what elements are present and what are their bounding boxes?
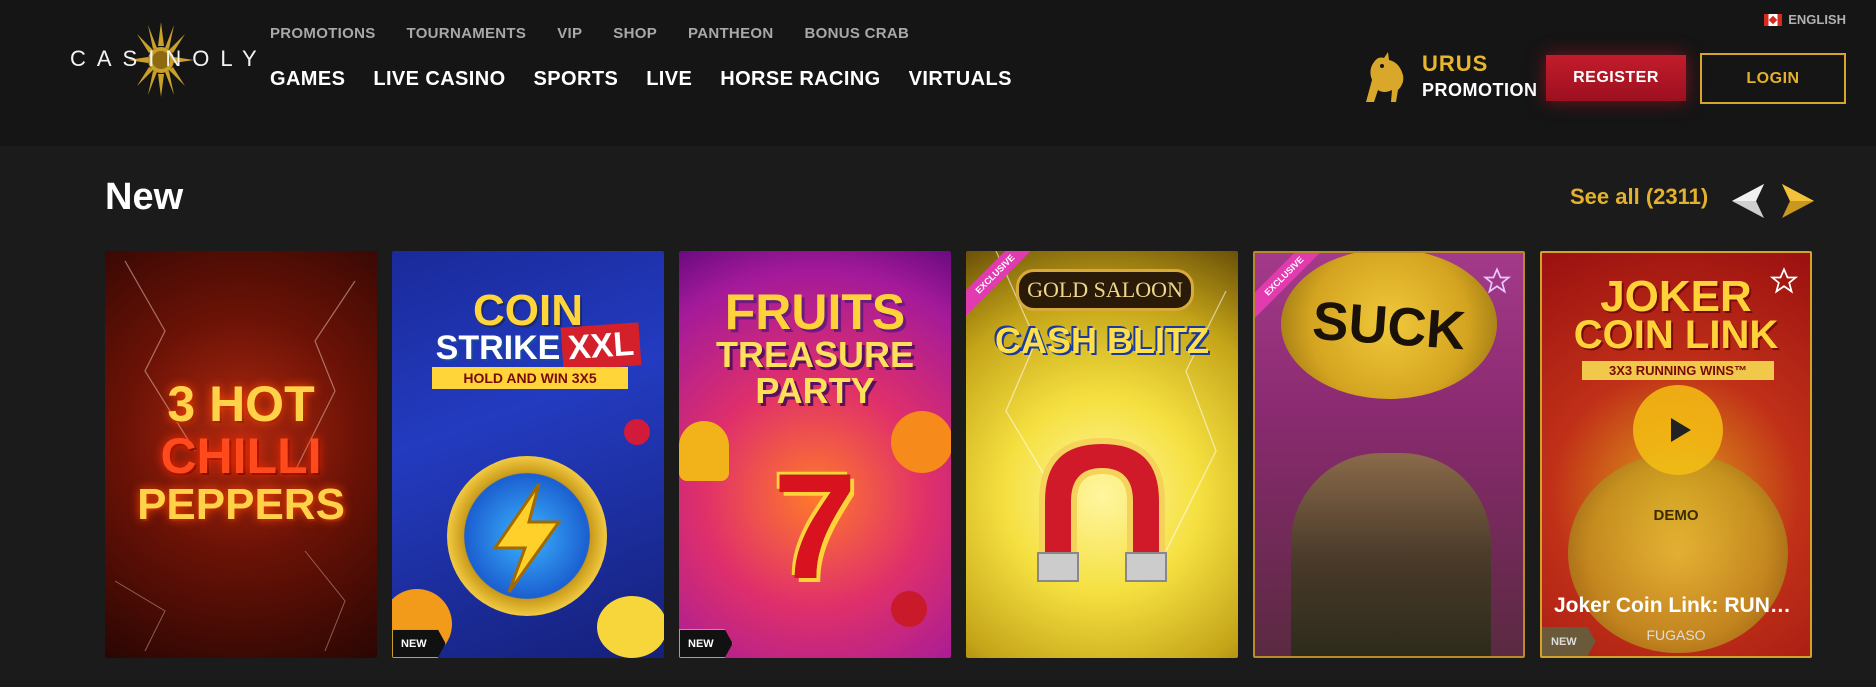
nav-live[interactable]: LIVE	[646, 68, 692, 91]
play-icon	[1671, 418, 1691, 442]
game-card-joker-coin-link[interactable]: JOKER COIN LINK 3X3 RUNNING WINS™ DEMO J…	[1540, 251, 1812, 658]
nav-bonus-crab[interactable]: BONUS CRAB	[804, 25, 909, 42]
game-card-gold-saloon-cash-blitz[interactable]: GOLD SALOON CASH BLITZ EXCLUSIVE	[966, 251, 1238, 658]
game-title-line: COIN LINK	[1573, 313, 1779, 357]
nav-games[interactable]: GAMES	[270, 68, 345, 91]
demo-button[interactable]: DEMO	[1542, 507, 1810, 524]
cherry-decoration	[891, 591, 927, 627]
running-wins-banner: 3X3 RUNNING WINS™	[1582, 361, 1774, 380]
language-label: ENGLISH	[1788, 12, 1846, 27]
game-title-line: TREASURE	[715, 334, 915, 375]
promo-subtitle: PROMOTION	[1422, 80, 1538, 100]
nav-virtuals[interactable]: VIRTUALS	[909, 68, 1012, 91]
game-card-coin-strike-xxl[interactable]: COIN STRIKE XXL HOLD AND WIN 3X5 NEW	[392, 251, 664, 658]
game-title-line: CHILLI	[160, 428, 322, 484]
game-card-fruits-treasure-party[interactable]: FRUITS TREASURE PARTY 7 NEW	[679, 251, 951, 658]
game-card-3-hot-chilli-peppers[interactable]: 3 HOT CHILLI PEPPERS	[105, 251, 377, 658]
login-button[interactable]: LOGIN	[1700, 53, 1846, 104]
hold-and-win-banner: HOLD AND WIN 3X5	[432, 367, 628, 389]
casinoly-logo[interactable]: CASINOLY	[70, 22, 268, 97]
nav-sports[interactable]: SPORTS	[534, 68, 619, 91]
new-badge: NEW	[679, 629, 733, 658]
cherry-decoration	[624, 419, 650, 445]
star-icon[interactable]	[1483, 267, 1511, 295]
bell-decoration	[679, 421, 729, 481]
xxl-badge: XXL	[560, 322, 642, 371]
register-button[interactable]: REGISTER	[1546, 55, 1686, 101]
nav-live-casino[interactable]: LIVE CASINO	[373, 68, 505, 91]
chevron-left-icon[interactable]	[1728, 180, 1770, 222]
game-title-line: PARTY	[755, 370, 875, 411]
horseshoe-magnet-icon	[1037, 437, 1167, 582]
orange-decoration	[891, 411, 951, 473]
chevron-right-icon[interactable]	[1776, 180, 1818, 222]
nav-shop[interactable]: SHOP	[613, 25, 657, 42]
new-badge: NEW	[392, 629, 446, 658]
nav-horse-racing[interactable]: HORSE RACING	[720, 68, 880, 91]
see-all-link[interactable]: See all (2311)	[1570, 184, 1708, 210]
site-header: CASINOLY PROMOTIONS TOURNAMENTS VIP SHOP…	[0, 0, 1876, 146]
logo-text: CASINOLY	[70, 46, 268, 71]
urus-promotion-link[interactable]: URUS PROMOTION	[1358, 48, 1538, 108]
lightning-coin-icon	[447, 456, 607, 616]
game-title-line: PEPPERS	[137, 480, 345, 529]
gold-saloon-sign: GOLD SALOON	[1016, 269, 1194, 311]
star-icon[interactable]	[1770, 267, 1798, 295]
nav-vip[interactable]: VIP	[557, 25, 582, 42]
main-nav: GAMES LIVE CASINO SPORTS LIVE HORSE RACI…	[270, 68, 1040, 91]
new-badge: NEW	[1542, 627, 1596, 656]
promo-title: URUS	[1422, 51, 1489, 76]
game-card-suck[interactable]: SUCK EXCLUSIVE	[1253, 251, 1525, 658]
nav-promotions[interactable]: PROMOTIONS	[270, 25, 376, 42]
secondary-nav: PROMOTIONS TOURNAMENTS VIP SHOP PANTHEON…	[270, 25, 940, 42]
bull-icon	[1366, 52, 1404, 102]
canada-flag-icon	[1764, 13, 1783, 26]
game-name: Joker Coin Link: RUNNI...	[1554, 594, 1802, 617]
nav-pantheon[interactable]: PANTHEON	[688, 25, 773, 42]
nav-tournaments[interactable]: TOURNAMENTS	[407, 25, 527, 42]
game-title-line: 3 HOT	[167, 376, 315, 432]
joker-coin-icon	[1568, 453, 1788, 653]
lemon-decoration	[597, 596, 664, 658]
character-figure	[1291, 453, 1491, 656]
game-title-line: FRUITS	[724, 284, 906, 340]
section-title: New	[105, 176, 184, 218]
game-title-line: CASH BLITZ	[995, 320, 1209, 361]
play-button[interactable]	[1633, 385, 1723, 475]
language-selector[interactable]: ENGLISH	[1764, 12, 1846, 27]
